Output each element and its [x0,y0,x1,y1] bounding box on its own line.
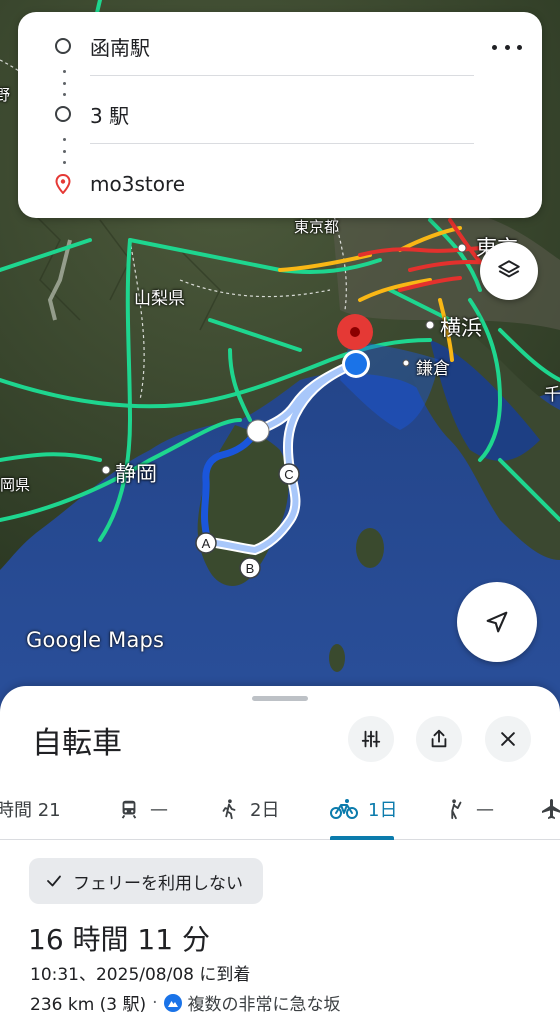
close-button[interactable] [485,716,531,762]
city-dot-kamakura [402,359,410,367]
train-icon [121,800,137,819]
mode-title: 自転車 [32,726,122,761]
drag-handle[interactable] [252,696,308,701]
waypoint-c-label: C [284,467,293,482]
stop-waypoint-label: 3 駅 [90,103,130,128]
stop-origin[interactable]: 函南駅 [18,16,542,76]
google-maps-watermark: Google Maps [26,628,165,652]
steep-hills-warning[interactable]: 複数の非常に急な坂 [188,990,341,1015]
current-location-dot[interactable] [345,353,367,375]
label-yokohama: 横浜 [440,316,482,340]
share-icon [431,729,447,748]
travel-mode-tabs: 時間 21 — 2日 1日 — [0,778,560,840]
stop-destination-label: mo3store [90,172,186,196]
waypoint-circle-icon [54,105,72,123]
directions-sheet: 自転車 時間 21 — 2日 1日 — フェリーを利用しない 16 時間 11 … [0,686,560,1024]
details-separator: · [152,992,158,1013]
bicycle-icon [330,799,358,819]
city-dot-tokyo [457,243,467,253]
active-tab-indicator [330,836,394,840]
waypoint-c[interactable]: C [278,463,300,485]
route-card: 函南駅 3 駅 mo3store [18,12,542,218]
tune-icon [361,730,381,748]
stop-destination[interactable]: mo3store [18,154,542,214]
layers-icon [498,260,520,278]
layers-button[interactable] [480,242,538,300]
tab-walk[interactable]: 2日 [218,778,279,840]
close-icon [501,732,515,746]
island [329,644,345,672]
trip-duration: 16 時間 11 分 [28,923,210,956]
label-shizuoka-ken: 岡県 [0,476,31,494]
tab-flight[interactable] [540,778,560,840]
mountain-warning-icon [163,993,182,1012]
destination-pin-icon [54,174,72,194]
stop-origin-label: 函南駅 [90,35,150,60]
more-options-button[interactable] [492,40,522,54]
tab-ride-hail[interactable]: — [444,778,494,840]
waypoint-a-label: A [202,536,211,551]
trip-distance: 236 km (3 駅) [30,995,147,1015]
label-tokyo-to: 東京都 [294,218,340,236]
navigation-arrow-icon [486,611,508,633]
destination-pin-center [350,327,360,337]
hail-icon [451,799,462,820]
label-left-partial: 長野 [0,86,11,104]
waypoint-a[interactable]: A [195,532,217,554]
origin-circle-icon [54,37,72,55]
label-chiba-partial: 千 [544,385,560,405]
check-icon [47,875,61,887]
walk-icon [222,799,236,820]
stop-waypoint[interactable]: 3 駅 [18,84,542,144]
trip-details: 236 km (3 駅) · 複数の非常に急な坂 [30,990,341,1016]
more-horiz-icon [492,44,497,50]
tab-bicycle[interactable]: 1日 [330,778,397,840]
label-yamanashi: 山梨県 [134,289,185,309]
tab-transit[interactable]: — [118,778,168,840]
label-kamakura: 鎌倉 [416,359,450,379]
share-button[interactable] [416,716,462,762]
avoid-ferries-chip[interactable]: フェリーを利用しない [29,858,263,904]
my-location-button[interactable] [457,582,537,662]
origin-marker[interactable] [246,419,270,443]
arrival-time: 10:31、2025/08/08 に到着 [30,965,251,985]
waypoint-b-label: B [246,561,255,576]
route-options-button[interactable] [348,716,394,762]
waypoint-b[interactable]: B [239,557,261,579]
flight-icon [542,799,560,819]
tab-partial[interactable]: 時間 21 [0,778,61,840]
city-dot-yokohama [425,320,435,330]
island [356,528,384,568]
avoid-ferries-label: フェリーを利用しない [73,873,243,894]
label-shizuoka: 静岡 [115,462,157,486]
maps-directions-screen: A B C 東京都 山梨県 横浜 鎌倉 静岡 岡県 東京 千 長野 Google… [0,0,560,1024]
city-dot-shizuoka [101,465,111,475]
